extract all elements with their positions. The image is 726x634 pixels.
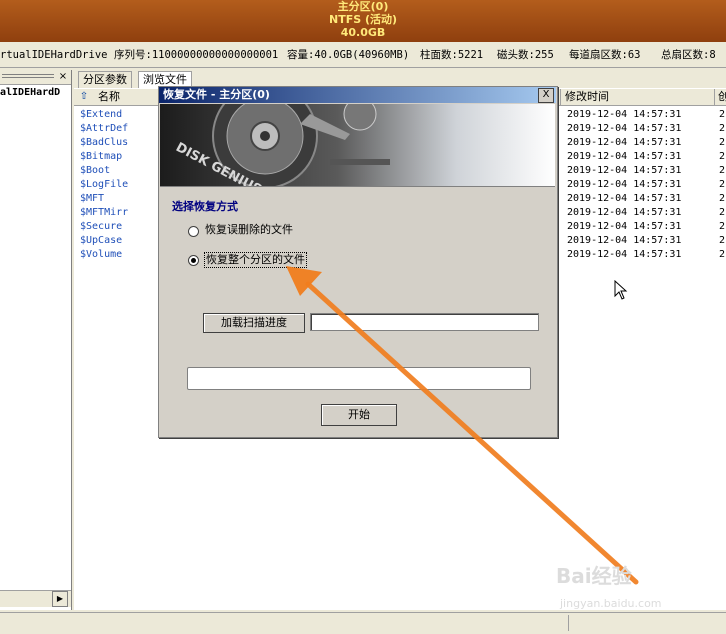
baidu-watermark-url: jingyan.baidu.com xyxy=(560,597,662,610)
baidu-watermark: Bai经验 xyxy=(556,564,632,588)
annotation-arrow-icon xyxy=(286,266,639,585)
